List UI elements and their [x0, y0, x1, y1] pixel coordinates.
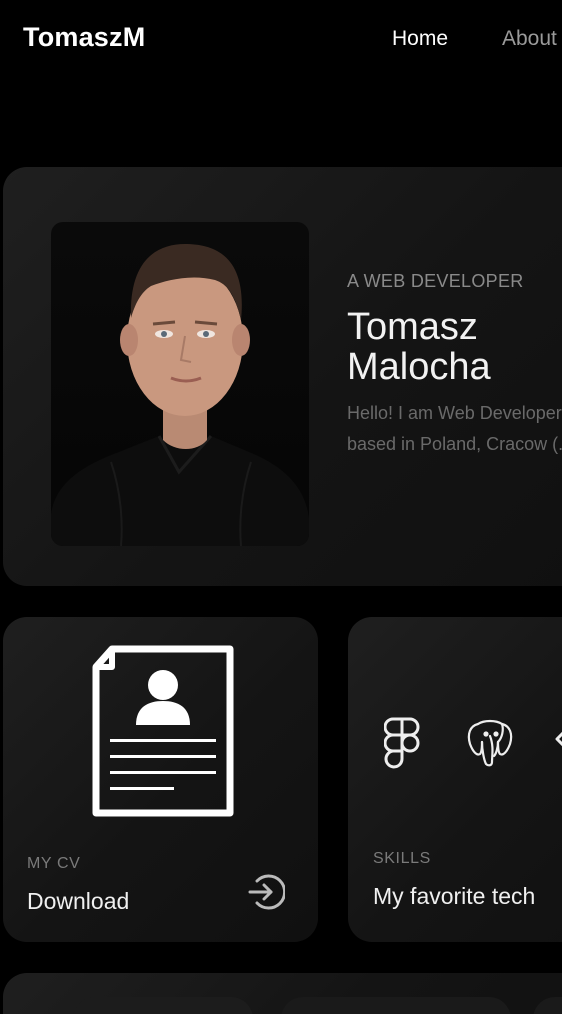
- hero-card: A WEB DEVELOPER Tomasz Malocha Hello! I …: [3, 167, 562, 586]
- edge-icon: [553, 729, 562, 754]
- brand-logo[interactable]: TomaszM: [23, 22, 145, 53]
- cv-download-label[interactable]: Download: [27, 888, 129, 915]
- project-thumbnail[interactable]: [281, 997, 511, 1014]
- project-thumbnail[interactable]: [73, 997, 253, 1014]
- nav-home-link[interactable]: Home: [392, 27, 448, 51]
- skills-card[interactable]: SKILLS My favorite tech: [348, 617, 562, 942]
- project-thumbnail[interactable]: [533, 997, 562, 1014]
- page: TomaszM Home About A WEB DEVELOPER Tomas…: [0, 0, 562, 1014]
- arrow-right-circle-icon[interactable]: [245, 872, 287, 912]
- hero-description: Hello! I am Web Developer based in Polan…: [347, 403, 562, 454]
- projects-card[interactable]: [3, 973, 562, 1014]
- skills-eyebrow: SKILLS: [373, 850, 431, 867]
- resume-icon: [90, 645, 236, 822]
- hero-name-last: Malocha: [347, 346, 491, 388]
- profile-photo: [51, 222, 309, 546]
- hero-name-first: Tomasz: [347, 306, 478, 348]
- postgresql-icon: [464, 716, 516, 773]
- cv-eyebrow: MY CV: [27, 855, 81, 872]
- figma-icon: [383, 717, 420, 774]
- hero-subtitle: A WEB DEVELOPER: [347, 271, 524, 291]
- cv-card[interactable]: MY CV Download: [3, 617, 318, 942]
- skills-title[interactable]: My favorite tech: [373, 883, 535, 910]
- nav-about-link[interactable]: About: [502, 27, 557, 51]
- hero-name: Tomasz Malocha: [347, 307, 491, 387]
